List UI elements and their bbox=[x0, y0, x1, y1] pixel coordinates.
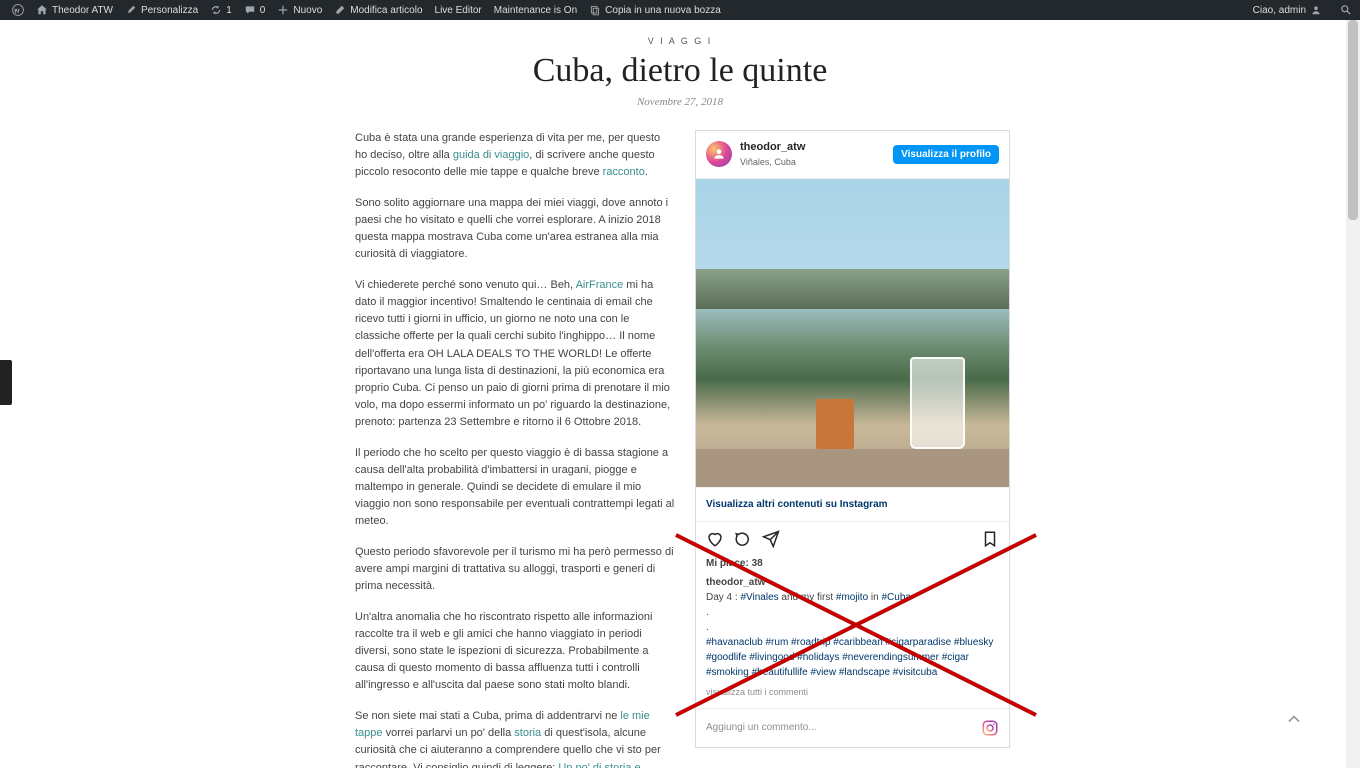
ig-dot: . bbox=[706, 620, 999, 635]
instagram-embed: theodor_atw Viñales, Cuba Visualizza il … bbox=[695, 130, 1010, 748]
link-guida[interactable]: guida di viaggio bbox=[453, 149, 529, 161]
new-label: Nuovo bbox=[293, 5, 322, 16]
share-icon[interactable] bbox=[762, 530, 780, 548]
edit-post-link[interactable]: Modifica articolo bbox=[328, 0, 428, 20]
home-icon bbox=[36, 4, 48, 16]
link-storia[interactable]: storia bbox=[514, 727, 541, 739]
ig-view-all[interactable]: visualizza tutti i commenti bbox=[706, 686, 999, 700]
ig-avatar[interactable] bbox=[706, 141, 732, 167]
live-editor-link[interactable]: Live Editor bbox=[429, 0, 488, 20]
scroll-to-top-button[interactable] bbox=[1283, 708, 1305, 730]
refresh-icon bbox=[210, 4, 222, 16]
customize-link[interactable]: Personalizza bbox=[119, 0, 204, 20]
scrollbar-thumb[interactable] bbox=[1348, 20, 1358, 220]
ig-caption-user[interactable]: theodor_atw bbox=[706, 575, 999, 590]
brush-icon bbox=[125, 4, 137, 16]
live-label: Live Editor bbox=[435, 5, 482, 16]
ig-add-placeholder: Aggiungi un commento... bbox=[706, 720, 817, 736]
heart-icon[interactable] bbox=[706, 530, 724, 548]
search-toggle[interactable] bbox=[1338, 0, 1354, 20]
howdy-link[interactable]: Ciao, admin bbox=[1247, 0, 1328, 20]
paragraph: Questo periodo sfavorevole per il turism… bbox=[355, 544, 675, 595]
paragraph: Il periodo che ho scelto per questo viag… bbox=[355, 445, 675, 530]
updates-link[interactable]: 1 bbox=[204, 0, 238, 20]
link-airfrance[interactable]: AirFrance bbox=[576, 279, 624, 291]
ig-view-profile-button[interactable]: Visualizza il profilo bbox=[893, 145, 999, 164]
ig-more-bar: Visualizza altri contenuti su Instagram bbox=[696, 488, 1009, 522]
copy-icon bbox=[589, 4, 601, 16]
wp-admin-bar: Theodor ATW Personalizza 1 0 Nuovo Modif… bbox=[0, 0, 1360, 20]
comments-link[interactable]: 0 bbox=[238, 0, 272, 20]
scrollbar-track[interactable] bbox=[1346, 20, 1360, 768]
ig-more-link[interactable]: Visualizza altri contenuti su Instagram bbox=[706, 499, 888, 510]
wp-logo[interactable] bbox=[6, 0, 30, 20]
comment-icon bbox=[244, 4, 256, 16]
ig-likes[interactable]: Mi piace: 38 bbox=[706, 556, 999, 571]
paragraph: Un'altra anomalia che ho riscontrato ris… bbox=[355, 609, 675, 694]
maint-label: Maintenance is On bbox=[494, 5, 577, 16]
ig-add-comment[interactable]: Aggiungi un commento... bbox=[696, 708, 1009, 747]
paragraph: Vi chiederete perché sono venuto qui… Be… bbox=[355, 277, 675, 430]
new-link[interactable]: Nuovo bbox=[271, 0, 328, 20]
ig-username[interactable]: theodor_atw bbox=[740, 139, 805, 156]
comments-count: 0 bbox=[260, 5, 266, 16]
post-title: Cuba, dietro le quinte bbox=[0, 52, 1360, 90]
edit-label: Modifica articolo bbox=[350, 5, 422, 16]
ig-location[interactable]: Viñales, Cuba bbox=[740, 156, 805, 170]
paragraph: Sono solito aggiornare una mappa dei mie… bbox=[355, 195, 675, 263]
paragraph: Se non siete mai stati a Cuba, prima di … bbox=[355, 708, 675, 768]
page-scroll[interactable]: V I A G G I Cuba, dietro le quinte Novem… bbox=[0, 0, 1360, 768]
instagram-icon bbox=[981, 719, 999, 737]
post-header: V I A G G I Cuba, dietro le quinte Novem… bbox=[0, 20, 1360, 112]
comment-icon[interactable] bbox=[734, 530, 752, 548]
maintenance-link[interactable]: Maintenance is On bbox=[488, 0, 583, 20]
prev-post-tab[interactable] bbox=[0, 360, 12, 405]
link-racconto[interactable]: racconto bbox=[603, 166, 645, 178]
ig-actions bbox=[696, 522, 1009, 556]
copy-draft-link[interactable]: Copia in una nuova bozza bbox=[583, 0, 727, 20]
site-name: Theodor ATW bbox=[52, 5, 113, 16]
site-name-link[interactable]: Theodor ATW bbox=[30, 0, 119, 20]
ig-dot: . bbox=[706, 605, 999, 620]
ig-tag[interactable]: #Cuba bbox=[882, 592, 911, 603]
ig-caption-block: Mi piace: 38 theodor_atw Day 4 : #Vinale… bbox=[696, 556, 1009, 708]
plus-icon bbox=[277, 4, 289, 16]
ig-hashtags[interactable]: #havanaclub #rum #roadtrip #caribbean #c… bbox=[706, 635, 999, 680]
post-category[interactable]: V I A G G I bbox=[0, 36, 1360, 46]
paragraph: Cuba è stata una grande esperienza di vi… bbox=[355, 130, 675, 181]
ig-header: theodor_atw Viñales, Cuba Visualizza il … bbox=[696, 131, 1009, 178]
customize-label: Personalizza bbox=[141, 5, 198, 16]
ig-tag[interactable]: #mojito bbox=[836, 592, 868, 603]
updates-count: 1 bbox=[226, 5, 232, 16]
wordpress-icon bbox=[12, 4, 24, 16]
pencil-icon bbox=[334, 4, 346, 16]
bookmark-icon[interactable] bbox=[981, 530, 999, 548]
howdy-label: Ciao, admin bbox=[1253, 5, 1306, 16]
ig-tag[interactable]: #Vinales bbox=[740, 592, 778, 603]
post-date: Novembre 27, 2018 bbox=[0, 96, 1360, 108]
post-content: theodor_atw Viñales, Cuba Visualizza il … bbox=[355, 130, 1005, 768]
ig-caption: Day 4 : #Vinales and my first #mojito in… bbox=[706, 590, 999, 605]
ig-photo[interactable] bbox=[696, 178, 1009, 488]
copy-label: Copia in una nuova bozza bbox=[605, 5, 721, 16]
user-icon bbox=[1310, 4, 1322, 16]
search-icon bbox=[1340, 4, 1352, 16]
